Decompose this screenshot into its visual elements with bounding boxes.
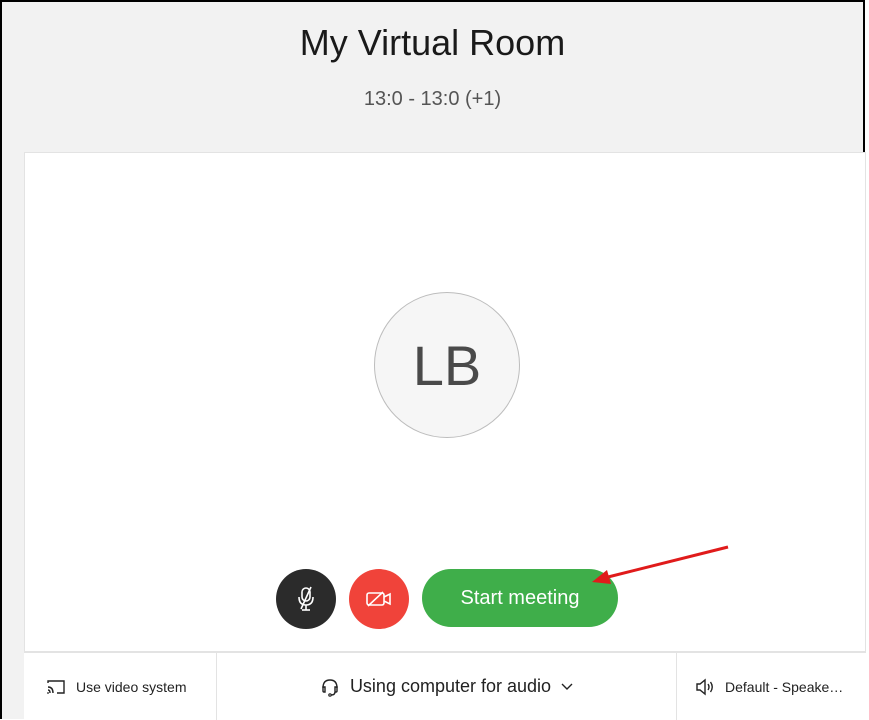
speaker-select[interactable]: Default - Speake…	[677, 653, 866, 720]
footer-bar: Use video system Using computer for audi…	[24, 652, 866, 720]
speaker-icon	[695, 678, 715, 696]
speaker-label: Default - Speake…	[725, 678, 844, 695]
avatar-initials: LB	[412, 333, 482, 397]
chevron-down-icon	[561, 683, 573, 691]
start-meeting-button[interactable]: Start meeting	[422, 569, 618, 627]
video-off-icon	[365, 589, 393, 609]
video-preview: LB Start meeting	[24, 152, 866, 652]
audio-connection-select[interactable]: Using computer for audio	[217, 653, 677, 720]
microphone-muted-icon	[295, 586, 317, 612]
headset-icon	[320, 677, 340, 697]
room-title: My Virtual Room	[299, 22, 566, 63]
meeting-time: 13:0 - 13:0 (+1)	[363, 88, 502, 110]
use-video-system-button[interactable]: Use video system	[24, 653, 217, 720]
avatar: LB	[374, 292, 520, 438]
mute-button[interactable]	[276, 569, 336, 629]
audio-connection-label: Using computer for audio	[349, 676, 552, 696]
video-toggle-button[interactable]	[349, 569, 409, 629]
use-video-system-label: Use video system	[76, 678, 187, 695]
room-header: My Virtual Room 13:0 - 13:0 (+1)	[2, 2, 863, 154]
cast-icon	[46, 679, 66, 695]
